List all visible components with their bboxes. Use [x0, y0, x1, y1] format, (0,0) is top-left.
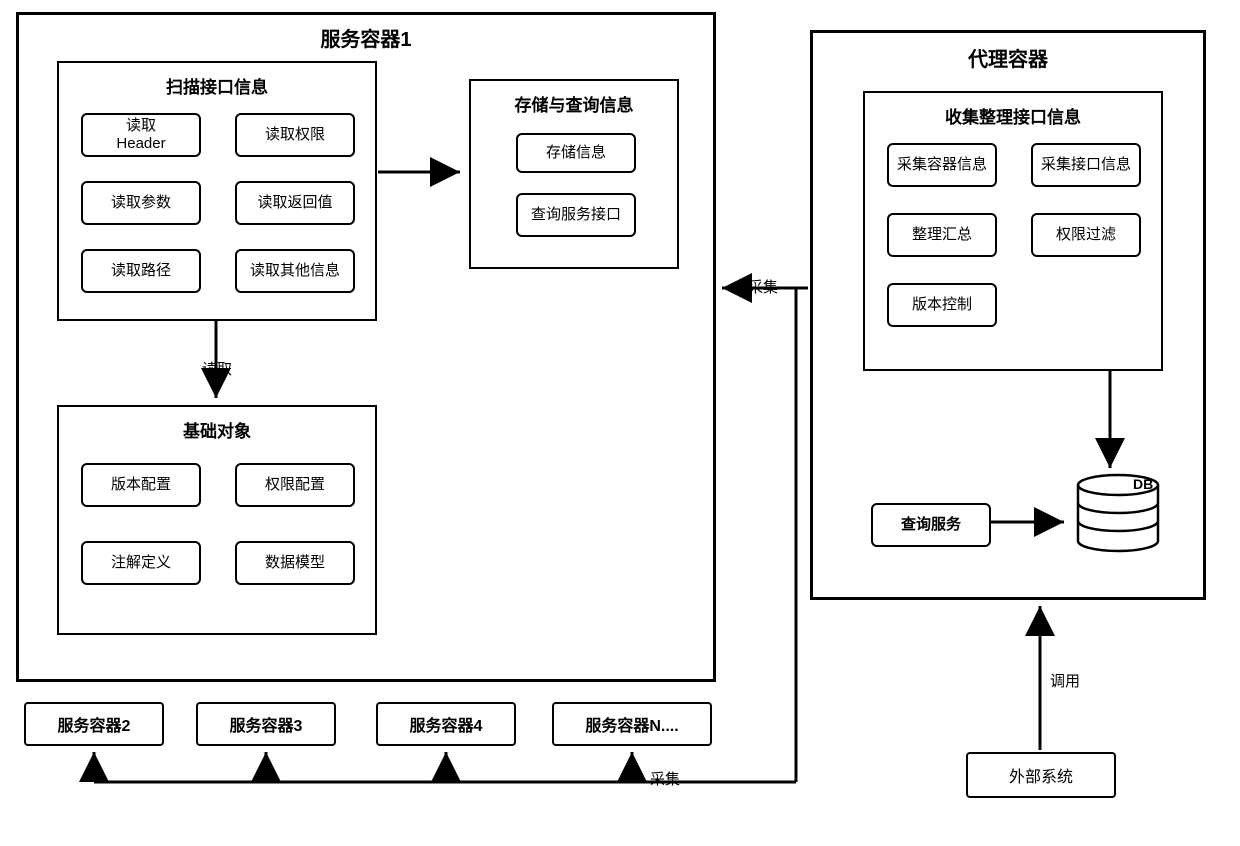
collect-module-title: 收集整理接口信息 — [865, 103, 1161, 128]
collect-item-0: 采集容器信息 — [887, 143, 997, 187]
collect-module: 收集整理接口信息 采集容器信息 采集接口信息 整理汇总 权限过滤 版本控制 — [863, 91, 1163, 371]
label-call: 调用 — [1048, 670, 1082, 691]
collect-item-4: 版本控制 — [887, 283, 997, 327]
service-container-n: 服务容器N.... — [552, 702, 712, 746]
db-icon: DB — [1073, 473, 1163, 553]
service-container-3: 服务容器3 — [196, 702, 336, 746]
label-read: 读取 — [200, 358, 234, 379]
collect-item-1: 采集接口信息 — [1031, 143, 1141, 187]
collect-item-2: 整理汇总 — [887, 213, 997, 257]
base-item-2: 注解定义 — [81, 541, 201, 585]
scan-item-2: 读取参数 — [81, 181, 201, 225]
scan-item-5: 读取其他信息 — [235, 249, 355, 293]
scan-module: 扫描接口信息 读取 Header 读取权限 读取参数 读取返回值 读取路径 读取… — [57, 61, 377, 321]
base-item-3: 数据模型 — [235, 541, 355, 585]
proxy-container: 代理容器 收集整理接口信息 采集容器信息 采集接口信息 整理汇总 权限过滤 版本… — [810, 30, 1206, 600]
collect-item-3: 权限过滤 — [1031, 213, 1141, 257]
storage-item-0: 存储信息 — [516, 133, 636, 173]
label-collect-1: 采集 — [746, 276, 780, 297]
label-collect-2: 采集 — [648, 768, 682, 789]
base-item-0: 版本配置 — [81, 463, 201, 507]
storage-module-title: 存储与查询信息 — [471, 91, 677, 116]
service-container-4: 服务容器4 — [376, 702, 516, 746]
proxy-container-title: 代理容器 — [813, 43, 1203, 72]
service-container-2: 服务容器2 — [24, 702, 164, 746]
scan-item-3: 读取返回值 — [235, 181, 355, 225]
scan-item-0: 读取 Header — [81, 113, 201, 157]
external-system: 外部系统 — [966, 752, 1116, 798]
service-container-1: 服务容器1 扫描接口信息 读取 Header 读取权限 读取参数 读取返回值 读… — [16, 12, 716, 682]
base-module-title: 基础对象 — [59, 417, 375, 442]
storage-module: 存储与查询信息 存储信息 查询服务接口 — [469, 79, 679, 269]
scan-item-4: 读取路径 — [81, 249, 201, 293]
service-container-1-title: 服务容器1 — [19, 23, 713, 52]
query-service-box: 查询服务 — [871, 503, 991, 547]
base-item-1: 权限配置 — [235, 463, 355, 507]
scan-module-title: 扫描接口信息 — [59, 73, 375, 98]
scan-item-1: 读取权限 — [235, 113, 355, 157]
base-module: 基础对象 版本配置 权限配置 注解定义 数据模型 — [57, 405, 377, 635]
db-label: DB — [1133, 476, 1153, 492]
storage-item-1: 查询服务接口 — [516, 193, 636, 237]
